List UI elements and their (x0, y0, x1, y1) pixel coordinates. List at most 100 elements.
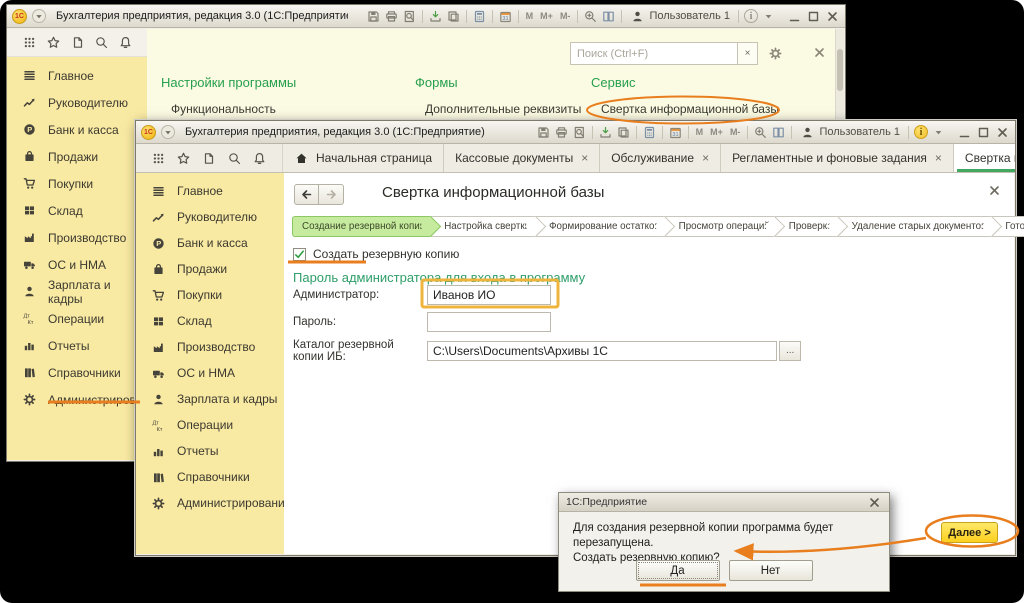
maximize-button[interactable] (975, 125, 992, 139)
minimize-button[interactable] (956, 125, 973, 139)
forward-button[interactable] (319, 184, 344, 205)
sidebar-item[interactable]: Продажи (136, 256, 284, 282)
calculator-icon[interactable] (642, 125, 657, 140)
notifications-bell-icon[interactable] (118, 35, 133, 50)
tab[interactable]: Обслуживание× (600, 144, 721, 172)
sidebar-item[interactable]: Администрирование (136, 490, 284, 516)
wizard-step[interactable]: Создание резервной копии (292, 216, 430, 237)
sidebar-item[interactable]: Склад (7, 197, 147, 224)
wizard-step[interactable]: Просмотр операций (665, 216, 775, 237)
caret-down-icon[interactable] (931, 125, 946, 140)
current-user-label[interactable]: Пользователь 1 (800, 125, 900, 140)
print-copy-icon[interactable] (616, 125, 631, 140)
print-preview-icon[interactable] (572, 125, 587, 140)
settings-gear-icon[interactable] (768, 46, 783, 61)
sidebar-item[interactable]: Производство (7, 224, 147, 251)
sidebar-item[interactable]: ДтКтОперации (136, 412, 284, 438)
calendar-icon[interactable]: 31 (668, 125, 683, 140)
import-icon[interactable] (598, 125, 613, 140)
wizard-step[interactable]: Настройка свертки (430, 216, 535, 237)
zoom-in-icon[interactable] (753, 125, 768, 140)
sidebar-item[interactable]: Руководителю (7, 89, 147, 116)
tab-close-icon[interactable]: × (935, 151, 942, 165)
save-icon[interactable] (536, 125, 551, 140)
zoom-in-icon[interactable] (583, 9, 598, 24)
tab-close-icon[interactable]: × (581, 151, 588, 165)
system-menu-button[interactable] (32, 9, 46, 23)
backup-checkbox[interactable] (293, 248, 306, 261)
back-button[interactable] (294, 184, 319, 205)
memory-m-button[interactable]: M (694, 127, 706, 137)
print-icon[interactable] (384, 9, 399, 24)
administrator-input[interactable] (427, 285, 551, 305)
sidebar-item[interactable]: Главное (7, 62, 147, 89)
sidebar-item[interactable]: Отчеты (7, 332, 147, 359)
browse-button[interactable]: ... (779, 341, 801, 361)
sidebar-item[interactable]: Справочники (136, 464, 284, 490)
sidebar-item[interactable]: Производство (136, 334, 284, 360)
recent-icon[interactable] (201, 151, 216, 166)
favorites-star-icon[interactable] (176, 151, 191, 166)
split-view-icon[interactable] (601, 9, 616, 24)
minimize-button[interactable] (786, 9, 803, 23)
system-menu-button[interactable] (161, 125, 175, 139)
sidebar-item[interactable]: Справочники (7, 359, 147, 386)
backup-dir-input[interactable] (427, 341, 777, 361)
print-preview-icon[interactable] (402, 9, 417, 24)
sidebar-item[interactable]: ОС и НМА (7, 251, 147, 278)
search-icon[interactable] (227, 151, 242, 166)
backup-checkbox-row[interactable]: Создать резервную копию (293, 247, 459, 261)
dialog-close-icon[interactable] (867, 495, 882, 510)
current-user-label[interactable]: Пользователь 1 (630, 9, 730, 24)
wizard-step[interactable]: Удаление старых документов (838, 216, 992, 237)
caret-down-icon[interactable] (761, 9, 776, 24)
memory-m-button[interactable]: M (524, 11, 536, 21)
recent-icon[interactable] (70, 35, 85, 50)
maximize-button[interactable] (805, 9, 822, 23)
settings-link[interactable]: Свертка информационной базы (591, 102, 779, 116)
sidebar-item[interactable]: Руководителю (136, 204, 284, 230)
info-icon[interactable]: i (914, 125, 928, 139)
close-button[interactable] (994, 125, 1011, 139)
page-close-icon[interactable] (987, 183, 1002, 198)
tab[interactable]: Кассовые документы× (444, 144, 600, 172)
sidebar-item[interactable]: Покупки (136, 282, 284, 308)
sidebar-item[interactable]: Зарплата и кадры (136, 386, 284, 412)
notifications-bell-icon[interactable] (252, 151, 267, 166)
settings-link[interactable]: Функциональность (161, 102, 296, 116)
sidebar-item[interactable]: Администрирование (7, 386, 147, 413)
sidebar-item[interactable]: РБанк и касса (7, 116, 147, 143)
sidebar-item[interactable]: РБанк и касса (136, 230, 284, 256)
tab[interactable]: Регламентные и фоновые задания× (721, 144, 954, 172)
password-input[interactable] (427, 312, 551, 332)
print-copy-icon[interactable] (446, 9, 461, 24)
memory-m+-button[interactable]: M+ (708, 127, 725, 137)
sidebar-item[interactable]: Зарплата и кадры (7, 278, 147, 305)
sidebar-item[interactable]: Отчеты (136, 438, 284, 464)
print-icon[interactable] (554, 125, 569, 140)
sidebar-item[interactable]: Главное (136, 178, 284, 204)
favorites-star-icon[interactable] (46, 35, 61, 50)
no-button[interactable]: Нет (729, 560, 813, 581)
scrollbar-thumb[interactable] (837, 49, 843, 91)
menu-grid-icon[interactable] (22, 35, 37, 50)
memory-m+-button[interactable]: M+ (538, 11, 555, 21)
memory-m--button[interactable]: M- (728, 127, 743, 137)
sidebar-item[interactable]: Склад (136, 308, 284, 334)
split-view-icon[interactable] (771, 125, 786, 140)
sidebar-item[interactable]: ДтКтОперации (7, 305, 147, 332)
yes-button[interactable]: Да (636, 560, 720, 581)
search-input[interactable] (570, 42, 738, 65)
import-icon[interactable] (428, 9, 443, 24)
menu-grid-icon[interactable] (151, 151, 166, 166)
wizard-step[interactable]: Формирование остатков (535, 216, 665, 237)
calendar-icon[interactable]: 31 (498, 9, 513, 24)
close-button[interactable] (824, 9, 841, 23)
info-icon[interactable]: i (744, 9, 758, 23)
next-button[interactable]: Далее > (941, 522, 998, 543)
form-close-icon[interactable] (812, 45, 827, 60)
search-icon[interactable] (94, 35, 109, 50)
tab-close-icon[interactable]: × (702, 151, 709, 165)
search-clear-button[interactable]: × (738, 42, 758, 65)
tab[interactable]: Начальная страница (283, 144, 444, 172)
